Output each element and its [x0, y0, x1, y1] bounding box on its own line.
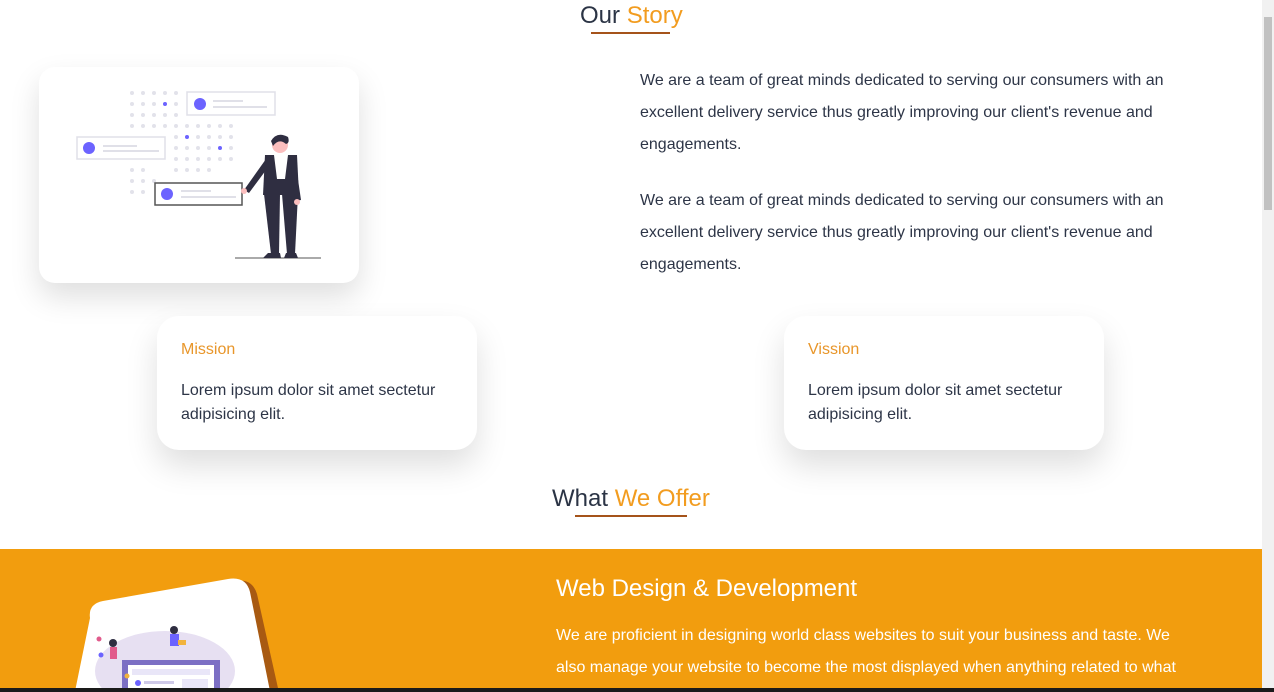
scrollbar-thumb[interactable]: [1264, 17, 1272, 210]
web-design-illustration-icon: [74, 578, 279, 692]
what-we-offer-heading-main: What: [552, 485, 609, 512]
web-design-service-section: Web Design & Development We are proficie…: [0, 549, 1262, 692]
vision-title: Vission: [808, 341, 860, 358]
mission-card: Mission Lorem ipsum dolor sit amet secte…: [157, 316, 477, 450]
presenter-illustration-icon: [76, 91, 321, 259]
our-story-heading-main: Our: [580, 2, 621, 29]
vision-card: Vission Lorem ipsum dolor sit amet secte…: [784, 316, 1104, 450]
service-heading: Web Design & Development: [556, 575, 858, 602]
our-story-underline: [591, 32, 670, 34]
vision-body: Lorem ipsum dolor sit amet sectetur adip…: [808, 382, 1063, 423]
story-description: We are a team of great minds dedicated t…: [640, 65, 1180, 305]
our-story-heading: Our Story: [580, 2, 683, 30]
story-paragraph-1: We are a team of great minds dedicated t…: [640, 72, 1164, 153]
service-description: We are proficient in designing world cla…: [556, 627, 1176, 676]
what-we-offer-heading: What We Offer: [552, 485, 710, 513]
story-illustration-card: [39, 67, 359, 283]
mission-body: Lorem ipsum dolor sit amet sectetur adip…: [181, 382, 436, 423]
our-story-heading-accent: Story: [626, 2, 683, 29]
what-we-offer-heading-accent: We Offer: [614, 485, 710, 512]
what-we-offer-underline: [575, 515, 687, 517]
page: Our Story We are a team of great minds d…: [0, 0, 1262, 692]
story-paragraph-2: We are a team of great minds dedicated t…: [640, 192, 1164, 273]
mission-title: Mission: [181, 341, 236, 358]
window-bottom-edge: [0, 688, 1274, 692]
